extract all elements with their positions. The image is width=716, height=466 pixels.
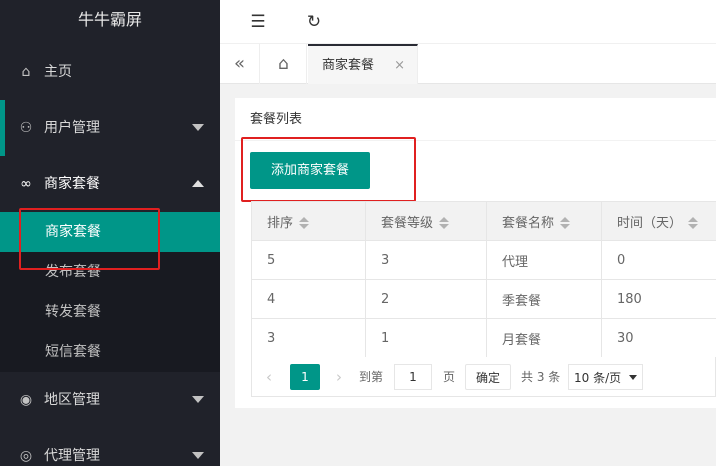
column-label: 套餐名称 bbox=[502, 215, 555, 231]
tab-merchant-packages[interactable]: 商家套餐 × bbox=[308, 44, 418, 84]
pagination: ‹ 1 › 到第 页 确定 共 3 条 10 条/页 bbox=[251, 357, 716, 397]
cell-days: 30 bbox=[601, 318, 716, 358]
home-tab-icon[interactable]: ⌂ bbox=[261, 44, 307, 84]
cell-level: 3 bbox=[365, 240, 487, 280]
chevron-down-icon bbox=[192, 124, 204, 131]
home-icon: ⌂ bbox=[21, 64, 31, 80]
top-header: ☰ ↻ bbox=[220, 0, 716, 44]
sidebar-item-agents[interactable]: ◎ 代理管理 bbox=[0, 428, 220, 466]
close-icon[interactable]: × bbox=[394, 46, 405, 86]
chevron-down-icon bbox=[629, 375, 637, 380]
column-label: 时间（天） bbox=[617, 215, 683, 231]
column-header-level[interactable]: 套餐等级 bbox=[365, 201, 487, 241]
sidebar-item-label: 主页 bbox=[44, 64, 72, 80]
goto-page-input[interactable] bbox=[394, 364, 432, 390]
refresh-icon[interactable]: ↻ bbox=[299, 0, 329, 44]
prev-page-icon[interactable]: ‹ bbox=[266, 364, 272, 390]
tabs-bar: « ⌂ 商家套餐 × bbox=[220, 44, 716, 84]
link-icon: ∞ bbox=[20, 176, 32, 192]
sidebar: 牛牛霸屏 ⌂ 主页 ⚇ 用户管理 ∞ 商家套餐 商家套餐 发布套餐 转发套餐 短… bbox=[0, 0, 220, 466]
sort-icon[interactable] bbox=[688, 217, 699, 229]
next-page-icon[interactable]: › bbox=[336, 364, 342, 390]
user-icon: ⚇ bbox=[19, 120, 33, 136]
sidebar-item-merchant-packages[interactable]: ∞ 商家套餐 bbox=[0, 156, 220, 212]
column-label: 套餐等级 bbox=[381, 215, 434, 231]
sidebar-item-label: 商家套餐 bbox=[44, 176, 100, 192]
cell-name: 月套餐 bbox=[486, 318, 602, 358]
cell-days: 180 bbox=[601, 279, 716, 319]
submenu-item-forward-package[interactable]: 转发套餐 bbox=[0, 292, 220, 332]
cell-level: 1 bbox=[365, 318, 487, 358]
cell-name: 季套餐 bbox=[486, 279, 602, 319]
column-label: 排序 bbox=[267, 215, 294, 231]
sidebar-item-users[interactable]: ⚇ 用户管理 bbox=[0, 100, 220, 156]
tab-label: 商家套餐 bbox=[322, 58, 375, 73]
page-number-current[interactable]: 1 bbox=[290, 364, 320, 390]
highlight-box-add-button bbox=[241, 137, 416, 202]
confirm-button[interactable]: 确定 bbox=[465, 364, 511, 390]
sidebar-item-regions[interactable]: ◉ 地区管理 bbox=[0, 372, 220, 428]
sidebar-item-label: 代理管理 bbox=[44, 448, 100, 464]
page-size-select[interactable]: 10 条/页 bbox=[568, 364, 643, 390]
cell-days: 0 bbox=[601, 240, 716, 280]
column-header-days[interactable]: 时间（天） bbox=[601, 201, 716, 241]
table-row: 5 3 代理 0 bbox=[251, 240, 716, 280]
agent-icon: ◎ bbox=[19, 448, 33, 464]
sort-icon[interactable] bbox=[560, 217, 571, 229]
table-row: 4 2 季套餐 180 bbox=[251, 279, 716, 319]
compass-icon: ◉ bbox=[19, 392, 33, 408]
indent-icon[interactable]: ☰ bbox=[243, 0, 273, 44]
app-logo: 牛牛霸屏 bbox=[0, 0, 220, 44]
package-table: 排序 套餐等级 套餐名称 时间（天） 5 3 代理 0 4 2 季套餐 180 … bbox=[251, 201, 716, 358]
sidebar-item-label: 用户管理 bbox=[44, 120, 100, 136]
table-header-row: 排序 套餐等级 套餐名称 时间（天） bbox=[251, 201, 716, 241]
cell-level: 2 bbox=[365, 279, 487, 319]
cell-sort: 4 bbox=[251, 279, 366, 319]
chevron-down-icon bbox=[192, 396, 204, 403]
sidebar-item-label: 地区管理 bbox=[44, 392, 100, 408]
sidebar-item-home[interactable]: ⌂ 主页 bbox=[0, 44, 220, 100]
sort-icon[interactable] bbox=[439, 217, 450, 229]
page-label: 页 bbox=[443, 370, 456, 384]
column-header-sort[interactable]: 排序 bbox=[251, 201, 366, 241]
cell-sort: 5 bbox=[251, 240, 366, 280]
table-row: 3 1 月套餐 30 bbox=[251, 318, 716, 358]
chevron-up-icon bbox=[192, 180, 204, 187]
column-header-name[interactable]: 套餐名称 bbox=[486, 201, 602, 241]
card-title: 套餐列表 bbox=[235, 98, 716, 141]
highlight-box-sidebar bbox=[19, 208, 160, 270]
cell-name: 代理 bbox=[486, 240, 602, 280]
goto-label: 到第 bbox=[359, 370, 384, 384]
submenu-item-sms-package[interactable]: 短信套餐 bbox=[0, 332, 220, 372]
cell-sort: 3 bbox=[251, 318, 366, 358]
chevron-down-icon bbox=[192, 452, 204, 459]
page-size-value: 10 条/页 bbox=[574, 371, 622, 385]
total-count: 共 3 条 bbox=[521, 370, 561, 384]
sort-icon[interactable] bbox=[299, 217, 310, 229]
double-chevron-left-icon[interactable]: « bbox=[220, 44, 260, 84]
